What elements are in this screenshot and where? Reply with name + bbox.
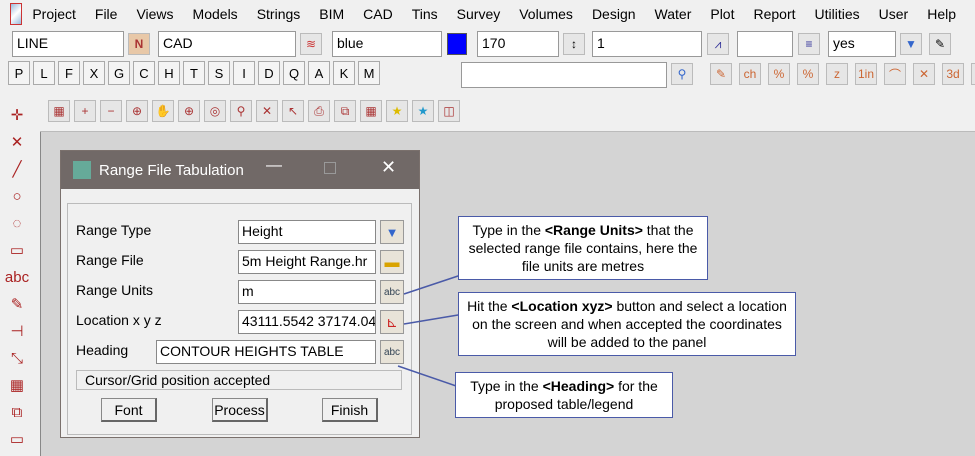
callout-text: Type in the xyxy=(472,222,545,238)
callout-range-units: Type in the <Range Units> that the selec… xyxy=(458,216,708,280)
callout-emphasis: <Heading> xyxy=(542,378,615,394)
callout-location: Hit the <Location xyz> button and select… xyxy=(458,292,796,356)
callout-text: Type in the xyxy=(470,378,543,394)
callout-text: Hit the xyxy=(467,298,512,314)
callout-emphasis: <Range Units> xyxy=(544,222,643,238)
callout-emphasis: <Location xyz> xyxy=(511,298,613,314)
leader-heading xyxy=(397,365,463,389)
callout-heading: Type in the <Heading> for the proposed t… xyxy=(455,372,673,418)
